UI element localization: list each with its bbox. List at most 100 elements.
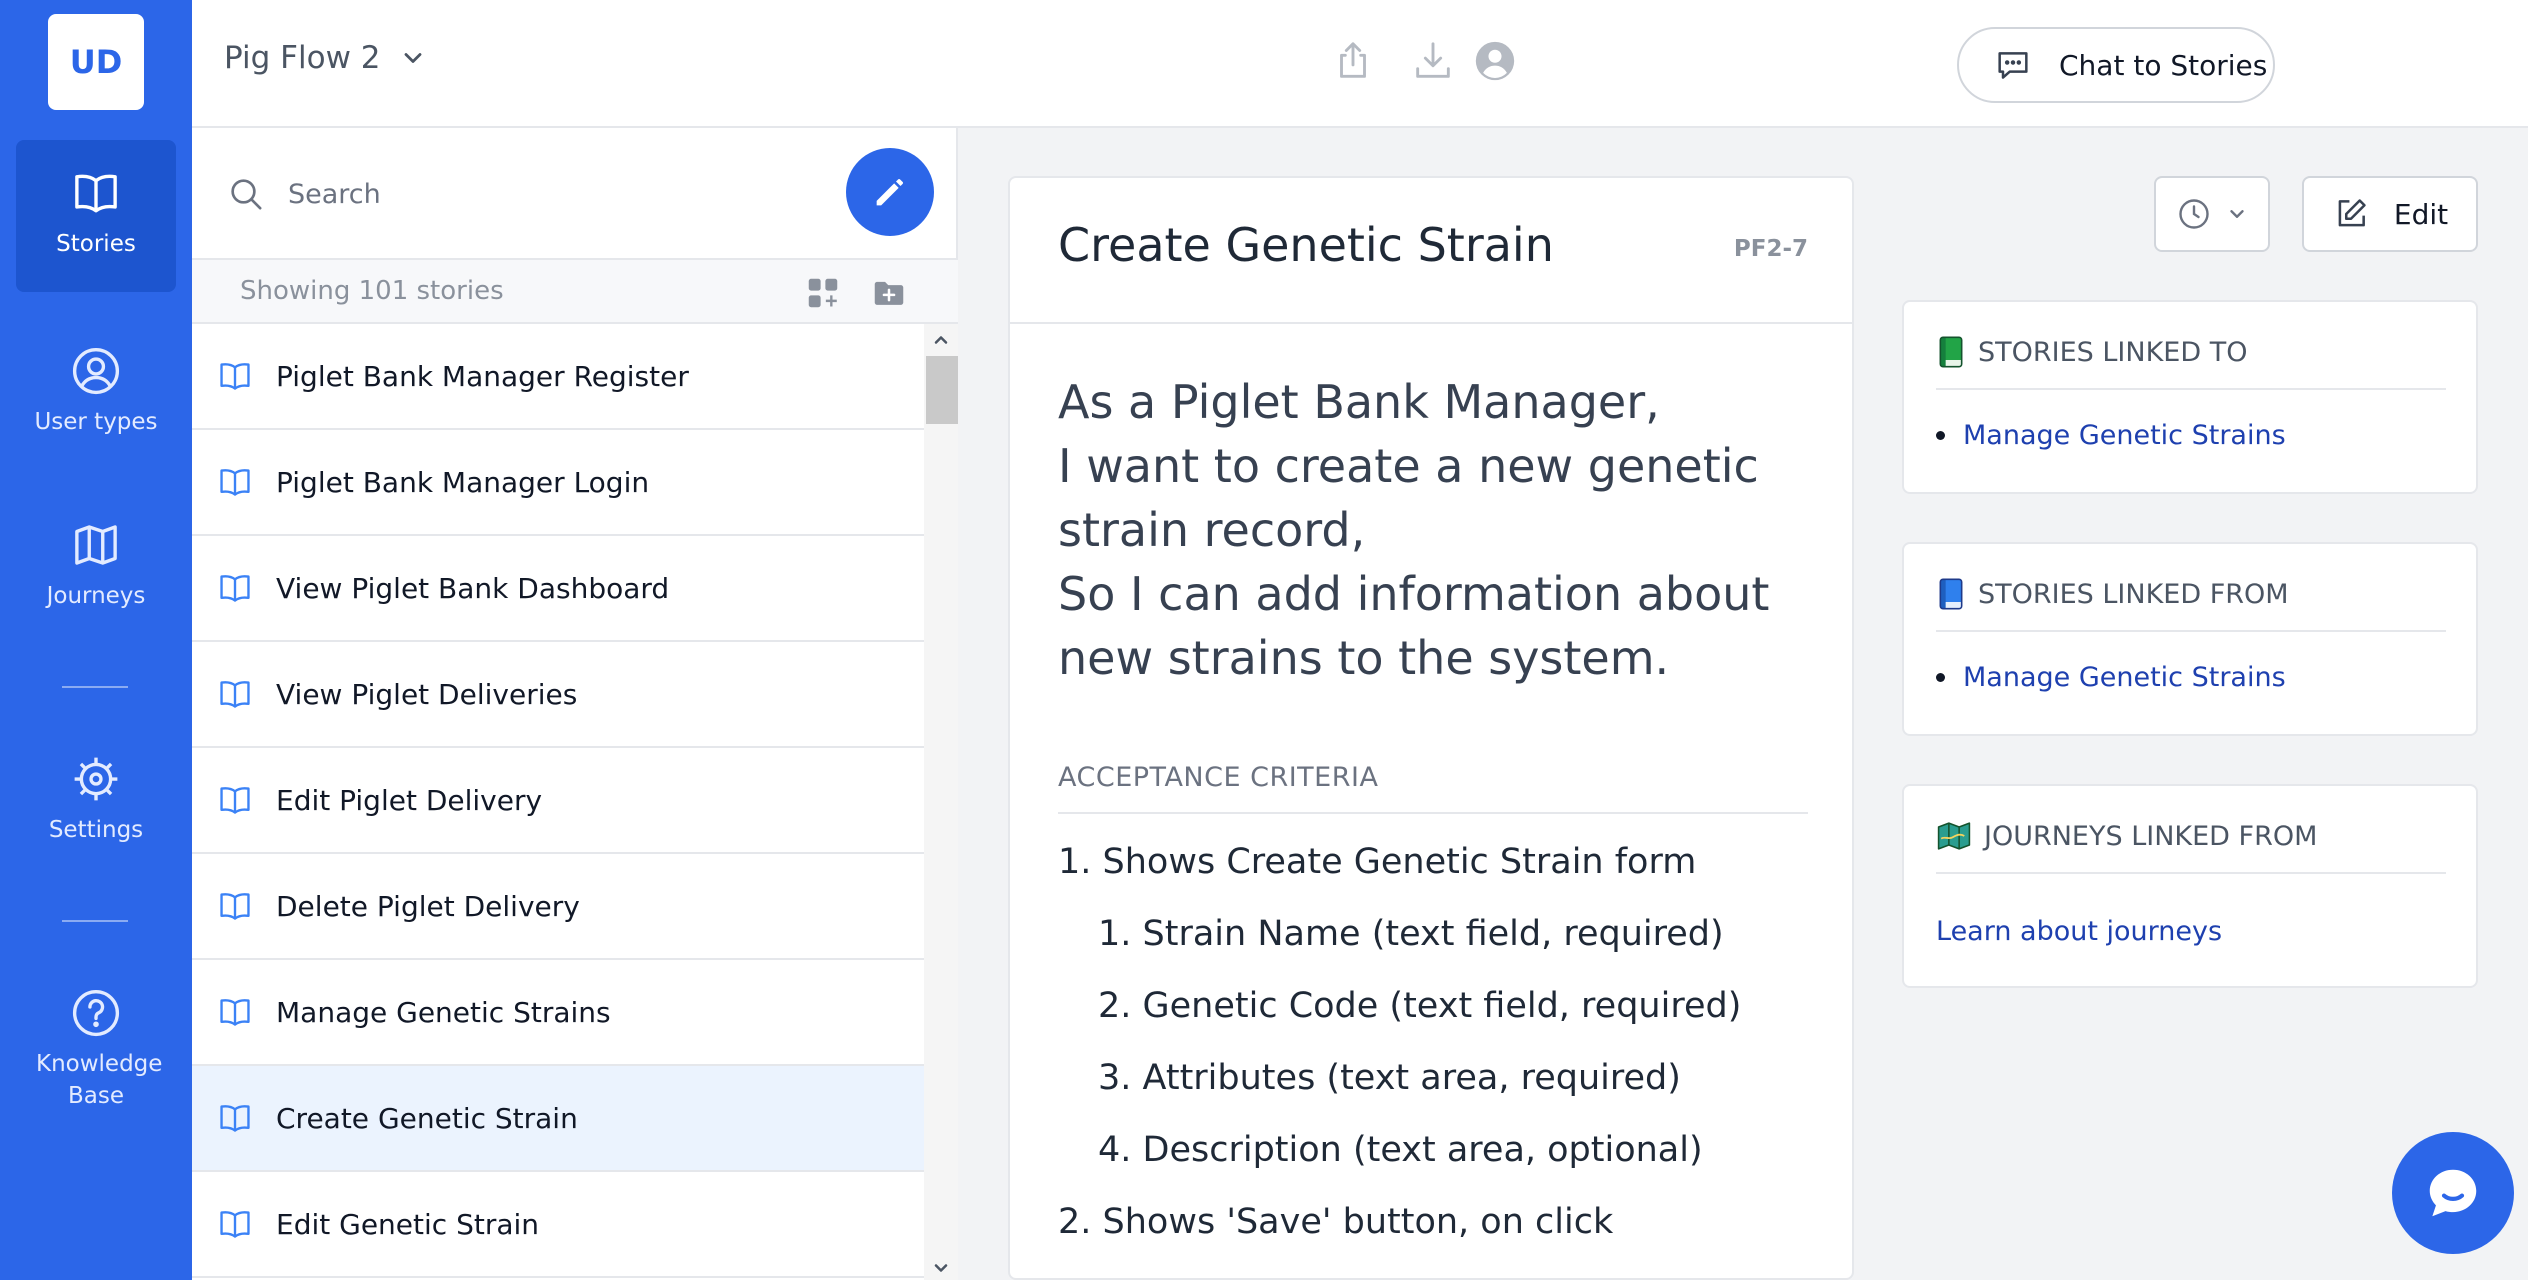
book-icon bbox=[220, 999, 250, 1026]
book-icon bbox=[220, 469, 250, 496]
workspace-logo[interactable]: UD bbox=[48, 14, 144, 110]
stories-linked-from-card: STORIES LINKED FROM Manage Genetic Strai… bbox=[1902, 542, 2478, 736]
nav-label-journeys: Journeys bbox=[46, 583, 146, 609]
stories-linked-to-heading: STORIES LINKED TO bbox=[1936, 336, 2247, 368]
story-count-bar: Showing 101 stories bbox=[192, 260, 958, 324]
book-icon bbox=[220, 681, 250, 708]
stories-linked-to-title: STORIES LINKED TO bbox=[1978, 336, 2248, 368]
chat-to-stories-button[interactable]: Chat to Stories bbox=[1957, 27, 2275, 103]
story-header: Create Genetic Strain PF2-7 bbox=[1010, 178, 1852, 324]
linked-story-link[interactable]: Manage Genetic Strains bbox=[1936, 662, 2286, 693]
story-list-item-title: Manage Genetic Strains bbox=[276, 995, 611, 1029]
story-list-item[interactable]: Edit Piglet Delivery bbox=[192, 748, 924, 854]
story-list-item[interactable]: View Piglet Deliveries bbox=[192, 642, 924, 748]
story-list-item[interactable]: Edit Genetic Strain bbox=[192, 1172, 924, 1278]
story-list-item[interactable]: Delete Piglet Delivery bbox=[192, 854, 924, 960]
support-chat-button[interactable] bbox=[2392, 1132, 2514, 1254]
new-story-button[interactable] bbox=[846, 148, 934, 236]
add-folder-icon[interactable] bbox=[870, 274, 908, 312]
map-icon bbox=[1937, 822, 1971, 850]
criterion-subitem: 2. Genetic Code (text field, required) bbox=[1098, 986, 1742, 1026]
story-statement: As a Piglet Bank Manager, I want to crea… bbox=[1058, 370, 1818, 690]
story-list-item-title: View Piglet Deliveries bbox=[276, 677, 578, 711]
learn-about-journeys-link[interactable]: Learn about journeys bbox=[1936, 916, 2222, 947]
story-list-item[interactable]: Create Genetic Strain bbox=[192, 1066, 924, 1172]
linked-story-label: Manage Genetic Strains bbox=[1963, 420, 2286, 451]
search-row bbox=[192, 128, 958, 260]
criterion-item: 2. Shows 'Save' button, on click bbox=[1058, 1202, 1614, 1242]
history-dropdown[interactable] bbox=[2154, 176, 2270, 252]
nav-label-settings: Settings bbox=[48, 817, 144, 843]
story-id: PF2-7 bbox=[1733, 236, 1808, 262]
book-icon bbox=[220, 1105, 250, 1132]
book-icon bbox=[220, 363, 250, 390]
help-circle-icon bbox=[72, 989, 120, 1037]
nav-label-stories: Stories bbox=[56, 231, 136, 257]
chat-to-stories-label: Chat to Stories bbox=[2059, 48, 2268, 82]
linked-story-link[interactable]: Manage Genetic Strains bbox=[1936, 420, 2286, 451]
story-list-item[interactable]: Manage Genetic Strains bbox=[192, 960, 924, 1066]
nav-item-settings[interactable]: Settings bbox=[16, 752, 176, 846]
blue-book-icon bbox=[1939, 578, 1963, 610]
nav-item-knowledge-base[interactable]: Knowledge Base bbox=[16, 986, 176, 1112]
scroll-down-icon[interactable] bbox=[931, 1258, 951, 1278]
criterion-subitem: 1. Strain Name (text field, required) bbox=[1098, 914, 1724, 954]
search-icon bbox=[231, 179, 262, 210]
story-count: Showing 101 stories bbox=[240, 276, 504, 306]
story-list-item[interactable]: Piglet Bank Manager Login bbox=[192, 430, 924, 536]
book-icon bbox=[220, 575, 250, 602]
story-list-item-title: Edit Piglet Delivery bbox=[276, 783, 543, 817]
account-icon[interactable] bbox=[1472, 38, 1518, 84]
project-switcher[interactable]: Pig Flow 2 bbox=[224, 40, 427, 76]
nav-label-knowledge-base: Knowledge Base bbox=[36, 1051, 163, 1109]
story-detail-card: Create Genetic Strain PF2-7 As a Piglet … bbox=[1008, 176, 1854, 1280]
card-divider bbox=[1936, 630, 2446, 632]
story-line: strain record, bbox=[1058, 503, 1366, 557]
book-icon bbox=[220, 1211, 250, 1238]
story-line: So I can add information about bbox=[1058, 567, 1770, 621]
search-input[interactable] bbox=[288, 164, 788, 224]
story-list-scrollbar[interactable] bbox=[924, 324, 958, 1280]
book-icon bbox=[220, 893, 250, 920]
journeys-linked-from-heading: JOURNEYS LINKED FROM bbox=[1936, 820, 2317, 852]
nav-divider bbox=[62, 920, 128, 922]
edit-button[interactable]: Edit bbox=[2302, 176, 2478, 252]
share-icon[interactable] bbox=[1330, 38, 1376, 84]
story-list-item-title: Edit Genetic Strain bbox=[276, 1207, 540, 1241]
nav-item-journeys[interactable]: Journeys bbox=[16, 518, 176, 612]
journeys-linked-from-title: JOURNEYS LINKED FROM bbox=[1984, 820, 2318, 852]
scroll-up-icon[interactable] bbox=[931, 330, 951, 350]
nav-rail: UD Stories User types Journeys Settings … bbox=[0, 0, 192, 1280]
chat-bubble-icon bbox=[2429, 1169, 2477, 1217]
story-list-item[interactable]: View Piglet Bank Dashboard bbox=[192, 536, 924, 642]
story-list-item[interactable]: Piglet Bank Manager Register bbox=[192, 324, 924, 430]
nav-item-user-types[interactable]: User types bbox=[16, 344, 176, 438]
download-icon[interactable] bbox=[1410, 38, 1456, 84]
nav-label-user-types: User types bbox=[34, 409, 158, 435]
acceptance-criteria-heading: ACCEPTANCE CRITERIA bbox=[1058, 762, 1379, 793]
pencil-icon bbox=[876, 178, 904, 206]
nav-divider bbox=[62, 686, 128, 688]
book-icon bbox=[220, 787, 250, 814]
learn-about-journeys-label: Learn about journeys bbox=[1936, 916, 2223, 947]
chevron-down-icon bbox=[404, 53, 421, 63]
add-grid-icon[interactable] bbox=[804, 274, 842, 312]
user-circle-icon bbox=[72, 347, 120, 395]
story-list: Piglet Bank Manager Register Piglet Bank … bbox=[192, 324, 924, 1280]
scroll-thumb[interactable] bbox=[926, 356, 958, 424]
nav-item-stories[interactable]: Stories bbox=[16, 140, 176, 292]
acceptance-divider bbox=[1058, 812, 1808, 814]
book-icon bbox=[75, 174, 117, 213]
linked-story-label: Manage Genetic Strains bbox=[1963, 662, 2286, 693]
criterion-subitem: 4. Description (text area, optional) bbox=[1098, 1130, 1703, 1170]
chevron-down-icon bbox=[2230, 210, 2244, 218]
edit-icon bbox=[2338, 199, 2366, 227]
stories-linked-to-card: STORIES LINKED TO Manage Genetic Strains bbox=[1902, 300, 2478, 494]
criterion-subitem: 3. Attributes (text area, required) bbox=[1098, 1058, 1681, 1098]
project-name: Pig Flow 2 bbox=[224, 40, 381, 76]
green-book-icon bbox=[1939, 336, 1963, 368]
stories-linked-from-title: STORIES LINKED FROM bbox=[1978, 578, 2289, 610]
edit-label: Edit bbox=[2393, 197, 2449, 231]
stories-panel: Showing 101 stories Piglet Bank Manager … bbox=[192, 128, 958, 1280]
story-line: As a Piglet Bank Manager, bbox=[1058, 375, 1660, 429]
